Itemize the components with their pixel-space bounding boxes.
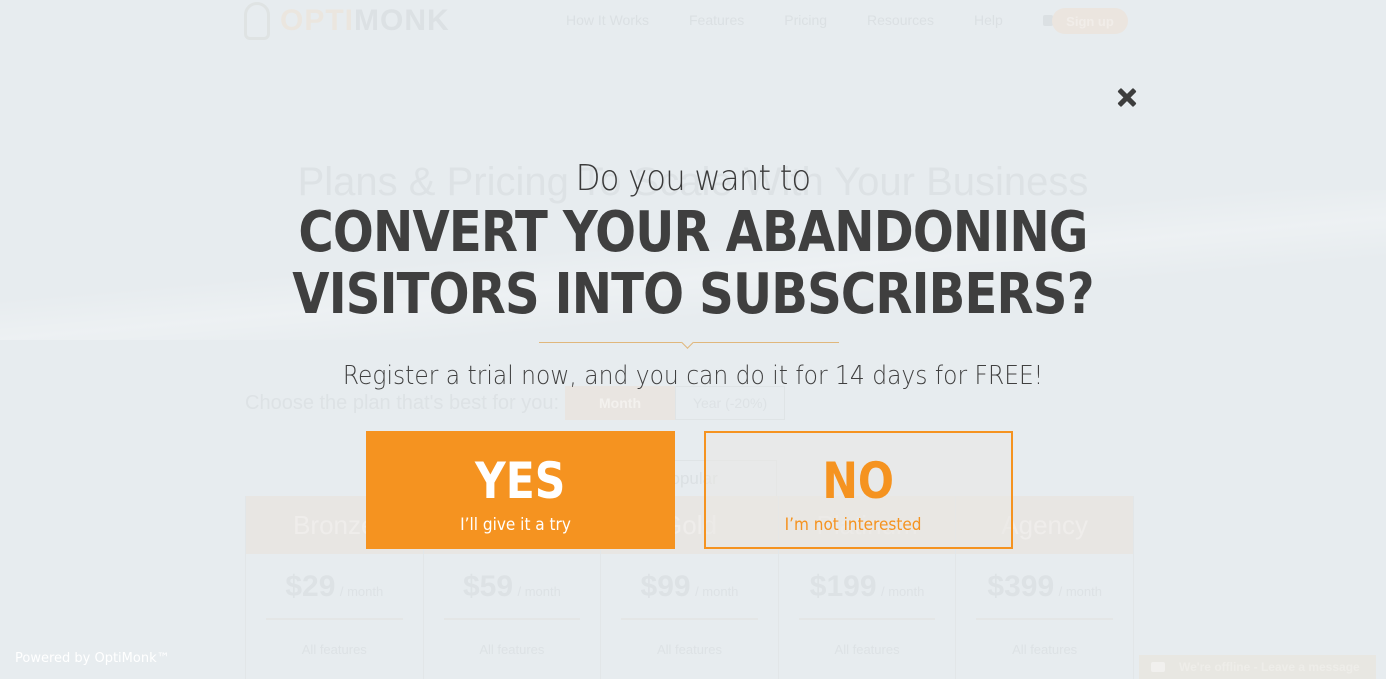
billing-label: Choose the plan that's best for you:: [245, 391, 560, 414]
headline-line-1: CONVERT YOUR ABANDONING: [298, 200, 1088, 265]
plan-period: / month: [1058, 584, 1102, 599]
logo-text-opti: OPTI: [280, 4, 355, 37]
billing-month-toggle[interactable]: Month: [565, 386, 676, 420]
billing-toggle-row: Choose the plan that's best for you: Mon…: [245, 386, 786, 420]
plan-features: All features: [479, 642, 545, 657]
plan-period: / month: [881, 584, 925, 599]
chat-widget-label: We're offline - Leave a message: [1179, 660, 1360, 674]
top-navigation: OPTIMONK How It Works Features Pricing R…: [244, 0, 1134, 44]
plan-divider: [976, 618, 1113, 620]
close-icon[interactable]: [1115, 86, 1139, 110]
popup-subline: Register a trial now, and you can do it …: [342, 361, 1044, 391]
no-button-sublabel: I’m not interested: [785, 515, 922, 535]
plan-period: / month: [517, 584, 561, 599]
plan-divider: [798, 618, 936, 620]
optimonk-logo[interactable]: OPTIMONK: [244, 2, 450, 40]
plan-features: All features: [834, 642, 900, 657]
chat-widget[interactable]: We're offline - Leave a message: [1139, 655, 1376, 679]
popup-divider: [539, 336, 839, 350]
monk-logo-icon: [244, 2, 270, 40]
plan-period: / month: [695, 584, 739, 599]
envelope-icon: [1151, 662, 1165, 672]
plan-divider: [443, 618, 581, 620]
yes-button-sublabel: I’ll give it a try: [460, 515, 571, 535]
popup-headline: CONVERT YOUR ABANDONING VISITORS INTO SU…: [97, 202, 1289, 326]
no-button[interactable]: NO I’m not interested: [704, 431, 1013, 549]
yes-button[interactable]: YES I’ll give it a try: [366, 431, 675, 549]
plan-features: All features: [656, 642, 722, 657]
plan-features: All features: [1012, 642, 1078, 657]
plan-divider: [621, 618, 758, 620]
billing-year-toggle[interactable]: Year (-20%): [675, 386, 786, 420]
background-page: OPTIMONK How It Works Features Pricing R…: [0, 0, 1386, 679]
plan-price: $399: [987, 570, 1055, 603]
signup-button[interactable]: Sign up: [1052, 8, 1128, 34]
headline-line-2: VISITORS INTO SUBSCRIBERS?: [292, 262, 1094, 327]
plan-divider: [266, 618, 403, 620]
nav-pricing[interactable]: Pricing: [784, 12, 827, 28]
nav-help[interactable]: Help: [974, 12, 1003, 28]
yes-button-label: YES: [475, 452, 566, 510]
plan-price: $59: [462, 570, 514, 603]
plan-price: $199: [809, 570, 877, 603]
plan-price: $29: [285, 570, 336, 603]
plan-price: $99: [640, 570, 691, 603]
no-button-label: NO: [822, 452, 895, 510]
popup-pre-title: Do you want to: [575, 158, 812, 199]
powered-by-link[interactable]: Powered by OptiMonk™: [15, 651, 170, 666]
plan-features: All features: [301, 642, 367, 657]
plan-period: / month: [339, 584, 384, 599]
nav-features[interactable]: Features: [689, 12, 744, 28]
logo-text-monk: MONK: [354, 4, 450, 37]
nav-how-it-works[interactable]: How It Works: [566, 12, 649, 28]
nav-links: How It Works Features Pricing Resources …: [566, 12, 1131, 28]
nav-resources[interactable]: Resources: [867, 12, 934, 28]
